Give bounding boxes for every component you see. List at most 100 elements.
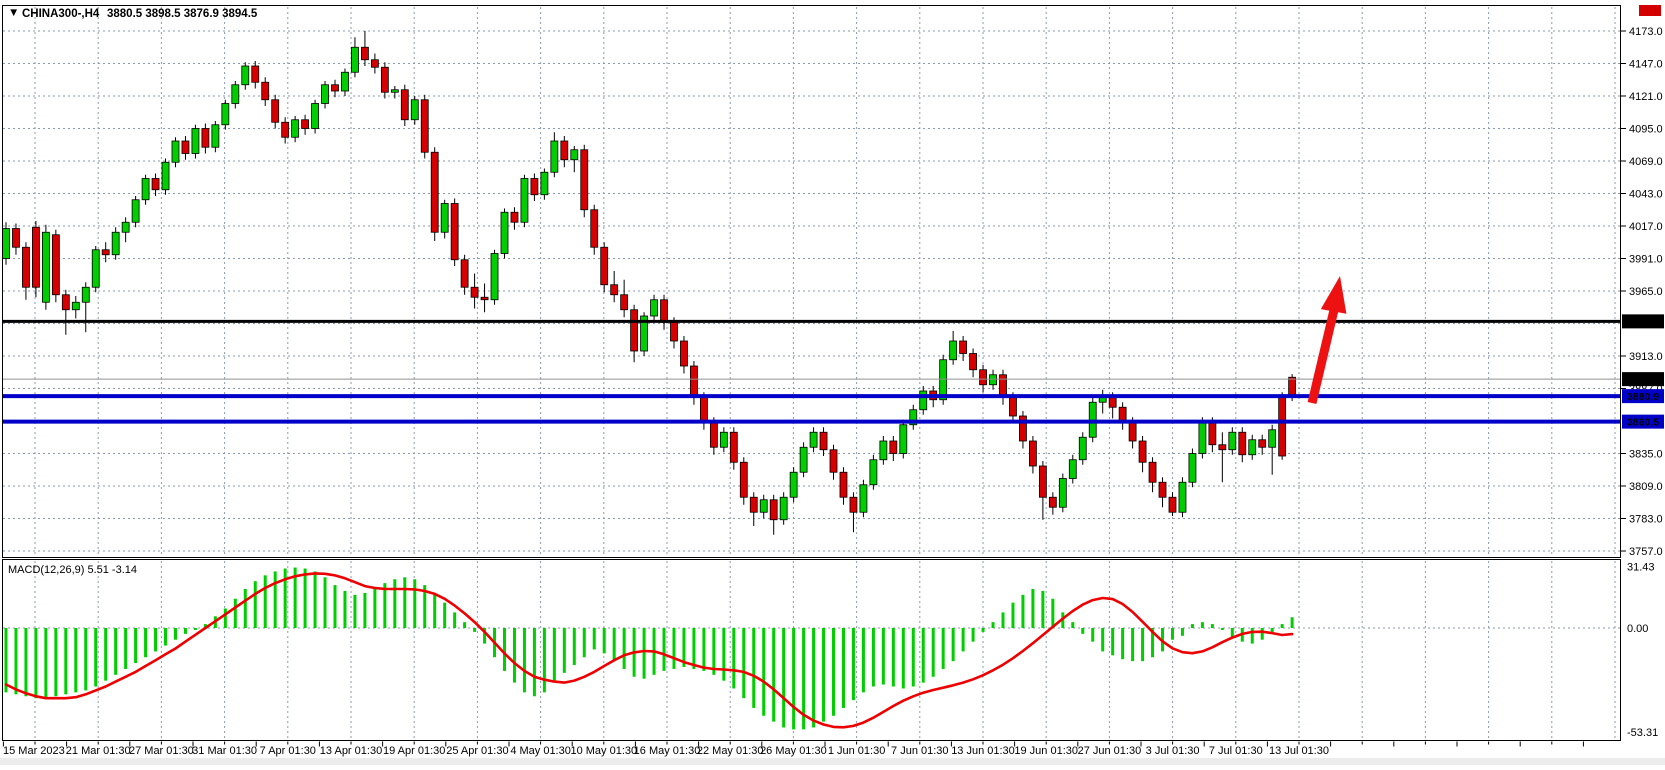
- macd-histogram-bar: [164, 628, 167, 646]
- candle-body: [1069, 460, 1076, 479]
- candle-body: [1249, 440, 1256, 455]
- candle-body: [182, 141, 189, 154]
- macd-histogram-bar: [84, 628, 87, 690]
- candle-body: [830, 450, 837, 473]
- candle-body: [332, 85, 339, 91]
- macd-histogram-bar: [144, 628, 147, 657]
- candle-body: [1009, 397, 1016, 416]
- macd-histogram-bar: [1071, 622, 1074, 628]
- candle-body: [52, 235, 59, 295]
- macd-histogram-bar: [832, 628, 835, 716]
- macd-histogram-bar: [692, 628, 695, 669]
- macd-histogram-bar: [533, 628, 536, 696]
- macd-histogram-bar: [274, 571, 277, 628]
- price-axis-label: 3783.0: [1629, 514, 1663, 526]
- macd-histogram-bar: [862, 628, 865, 692]
- chart-canvas[interactable]: 4173.04147.04121.04095.04069.04043.04017…: [0, 0, 1665, 765]
- price-axis-label: 4173.0: [1629, 26, 1663, 38]
- macd-histogram-bar: [34, 628, 37, 698]
- candle-body: [860, 485, 867, 513]
- candle-body: [670, 322, 677, 341]
- macd-histogram-bar: [942, 628, 945, 669]
- macd-histogram-bar: [1021, 595, 1024, 628]
- price-badge-label: 3940.7: [1627, 316, 1659, 328]
- macd-histogram-bar: [1261, 628, 1264, 640]
- macd-histogram-bar: [134, 628, 137, 663]
- candle-body: [950, 341, 957, 360]
- macd-histogram-bar: [194, 628, 197, 630]
- candle-body: [391, 90, 398, 93]
- time-axis-label: 15 Mar 2023: [3, 745, 65, 757]
- candle-body: [1059, 479, 1066, 508]
- candle-body: [102, 250, 109, 255]
- time-axis-label: 16 May 01:30: [634, 745, 701, 757]
- candle-body: [411, 100, 418, 120]
- price-axis-label: 4069.0: [1629, 156, 1663, 168]
- symbol-dropdown-icon[interactable]: ▼: [8, 7, 19, 19]
- candle-body: [1049, 497, 1056, 507]
- macd-histogram-bar: [792, 628, 795, 729]
- macd-histogram-bar: [1031, 589, 1034, 628]
- macd-histogram-bar: [892, 628, 895, 687]
- macd-histogram-bar: [54, 628, 57, 696]
- candle-body: [740, 462, 747, 497]
- macd-histogram-bar: [982, 628, 985, 632]
- macd-histogram-bar: [343, 591, 346, 628]
- macd-histogram-bar: [972, 628, 975, 642]
- grid-layer: [3, 7, 1620, 740]
- candle-body: [282, 122, 289, 137]
- macd-histogram-bar: [1091, 628, 1094, 642]
- time-axis-label: 13 Apr 01:30: [320, 745, 382, 757]
- macd-signal-line: [6, 573, 1292, 727]
- candle-body: [461, 260, 468, 288]
- candle-body: [3, 229, 10, 259]
- time-axis-label: 19 Jun 01:30: [1014, 745, 1078, 757]
- candle-body: [272, 100, 279, 123]
- candle-body: [232, 85, 239, 104]
- bottom-strip: [0, 758, 1665, 765]
- candle-body: [700, 397, 707, 422]
- candle-body: [1289, 377, 1296, 396]
- macd-histogram-bar: [1251, 628, 1254, 644]
- macd-histogram-bar: [1181, 628, 1184, 636]
- candle-body: [651, 300, 658, 316]
- macd-histogram-bar: [812, 628, 815, 727]
- macd-histogram-bar: [244, 589, 247, 628]
- price-axis-label: 4095.0: [1629, 124, 1663, 136]
- candle-body: [890, 441, 897, 454]
- candle-body: [920, 391, 927, 410]
- macd-histogram-bar: [772, 628, 775, 722]
- macd-histogram-bar: [433, 593, 436, 628]
- candle-body: [1159, 482, 1166, 497]
- candle-body: [960, 341, 967, 354]
- candle-body: [302, 120, 309, 129]
- macd-histogram-bar: [623, 628, 626, 669]
- macd-histogram-bar: [822, 628, 825, 722]
- macd-histogram-bar: [1171, 628, 1174, 640]
- candle-body: [611, 285, 618, 295]
- candle-body: [222, 104, 229, 125]
- macd-histogram-bar: [852, 628, 855, 700]
- macd-histogram-bar: [583, 628, 586, 657]
- candle-body: [710, 422, 717, 447]
- candle-body: [92, 250, 99, 288]
- candle-body: [351, 47, 358, 72]
- candle-body: [760, 500, 767, 513]
- macd-histogram-bar: [443, 603, 446, 628]
- time-axis-label: 4 May 01:30: [510, 745, 571, 757]
- macd-histogram-bar: [752, 628, 755, 708]
- level-lines-layer: [3, 321, 1620, 421]
- candle-body: [1129, 422, 1136, 441]
- candle-body: [900, 425, 907, 454]
- candle-body: [571, 150, 578, 160]
- macd-histogram-bar: [912, 628, 915, 687]
- macd-histogram-bar: [94, 628, 97, 687]
- up-arrow-head: [1321, 276, 1347, 314]
- candle-body: [790, 472, 797, 497]
- time-axis-label: 31 Mar 01:30: [192, 745, 257, 757]
- macd-histogram-bar: [373, 589, 376, 628]
- time-axis-label: 13 Jun 01:30: [951, 745, 1015, 757]
- candle-body: [491, 254, 498, 300]
- time-axis-label: 13 Jul 01:30: [1269, 745, 1329, 757]
- macd-histogram-bar: [1121, 628, 1124, 659]
